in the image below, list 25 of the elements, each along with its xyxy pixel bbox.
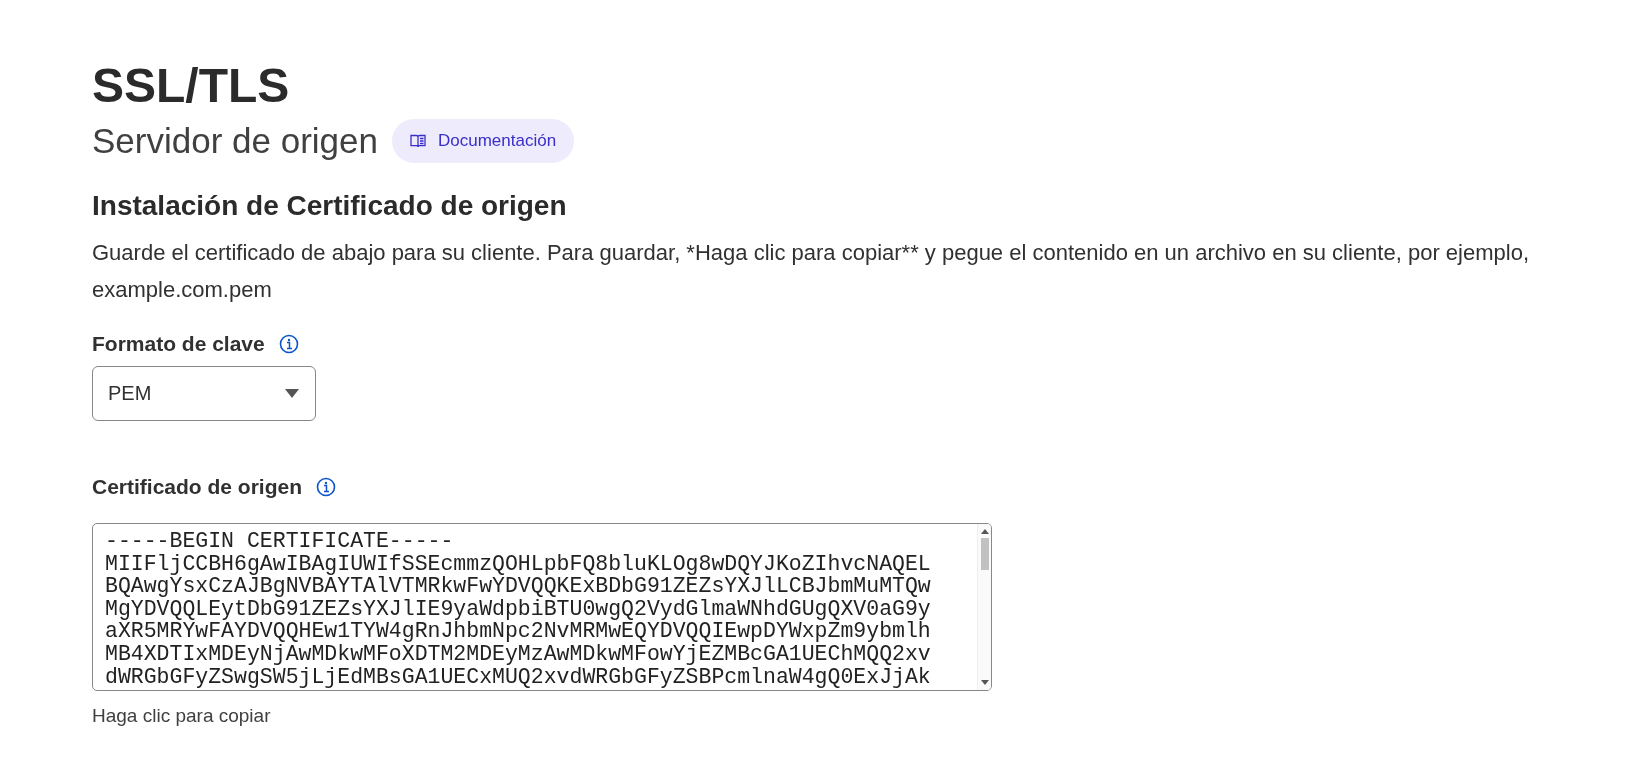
key-format-dropdown[interactable]: PEM — [92, 366, 316, 421]
scroll-up-icon[interactable] — [980, 528, 989, 534]
documentation-button[interactable]: Documentación — [392, 119, 575, 163]
info-icon[interactable] — [278, 334, 299, 354]
certificate-line: MgYDVQQLEytDbG91ZEZsYXJlIE9yaWdpbiBTU0wgQ2VydGlmaWNhdGUgQXV0aG9y — [105, 597, 932, 621]
field-label: Certificado de origen — [92, 474, 303, 500]
section-description: Guarde el certificado de abajo para su cliente. Para guardar, *Haga clic para copiar** y pegue el contenido en un archivo en su cliente, por ejemplo, example.com.pem — [92, 239, 1530, 304]
certificate-line: BQAwgYsxCzAJBgNVBAYTAlVTMRkwFwYDVQQKExBDbG91ZEZsYXJlLCBJbmMuMTQw — [105, 575, 932, 598]
certificate-line: dWRGbGFyZSwgSW5jLjEdMBsGA1UECxMUQ2xvdWRGbGFyZSBPcmlnaW4gQ0ExJjAk — [105, 665, 932, 689]
certificate-text-area[interactable] — [92, 523, 992, 691]
book-icon — [410, 134, 426, 148]
certificate-line: aXR5MRYwFAYDVQQHEw1TYW4gRnJhbmNpc2NvMRMwEQYDVQQIEwpDYWxpZm9ybmlh — [105, 620, 932, 643]
scrollbar-thumb[interactable] — [980, 538, 989, 570]
certificate-line: MIIFljCCBH6gAwIBAgIUWIfSSEcmmzQOHLpbFQ8bluKLOg8wDQYJKoZIhvcNAQEL — [105, 552, 932, 576]
page-subtitle: Servidor de origen — [92, 120, 378, 162]
section-heading: Instalación de Certificado de origen — [92, 189, 568, 223]
copy-hint[interactable]: Haga clic para copiar — [92, 705, 1628, 727]
field-label: Formato de clave — [92, 331, 265, 357]
scroll-down-icon[interactable] — [980, 680, 989, 686]
page-title: SSL/TLS — [92, 58, 291, 114]
info-icon[interactable] — [316, 477, 337, 497]
certificate-line: MB4XDTIxMDEyNjAwMDkwMFoXDTM2MDEyMzAwMDkwMFowYjEZMBcGA1UEChMQQ2xv — [105, 642, 932, 666]
caret-icon — [285, 389, 299, 398]
scrollbar[interactable] — [977, 524, 991, 690]
certificate-line: -----BEGIN CERTIFICATE----- — [105, 530, 455, 553]
